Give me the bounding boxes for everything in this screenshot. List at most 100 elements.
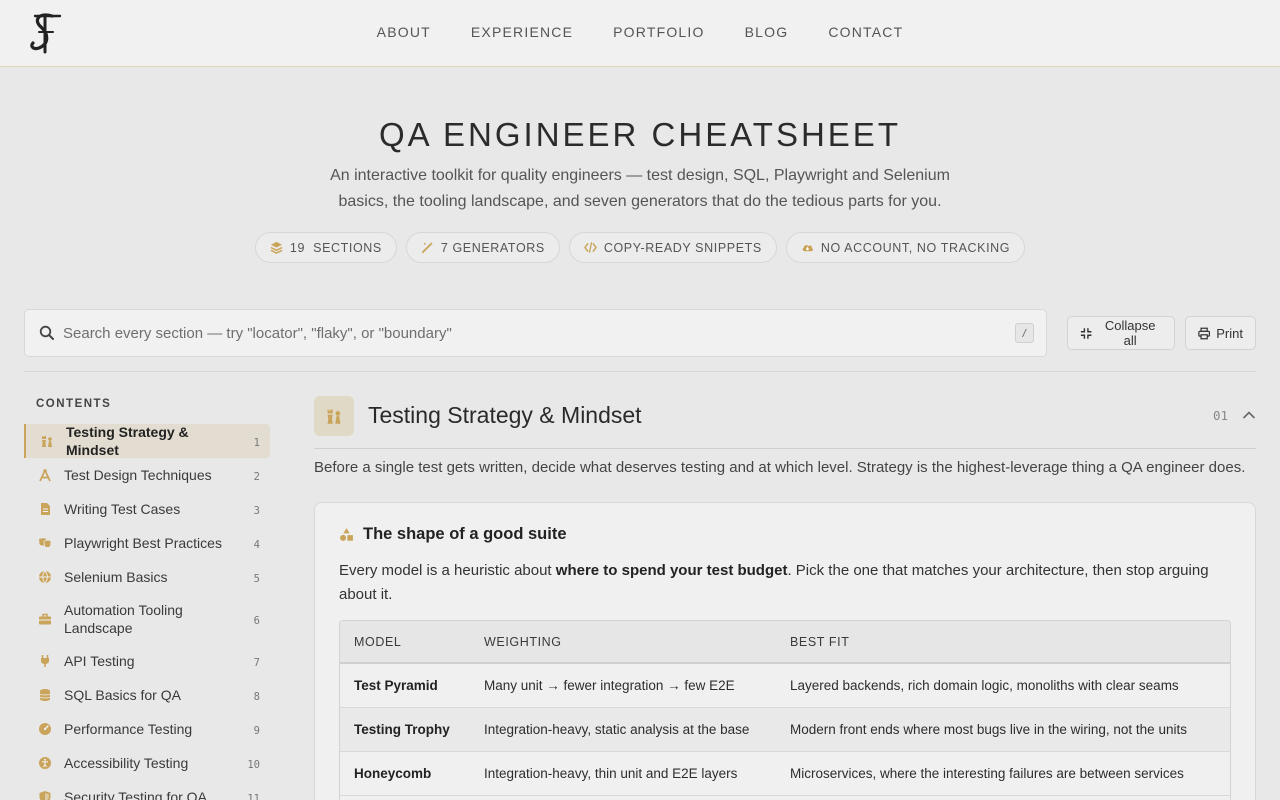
toc-label: API Testing xyxy=(64,653,135,669)
toc-number: 11 xyxy=(247,793,260,800)
nav-blog[interactable]: BLOG xyxy=(745,24,789,40)
toc-number: 5 xyxy=(253,573,260,585)
cell-model: Test Pyramid xyxy=(340,663,470,708)
pill-generators: 7 GENERATORS xyxy=(405,232,560,263)
document-icon xyxy=(41,503,50,515)
chevron-up-icon[interactable] xyxy=(1242,408,1256,422)
search-shortcut-key: / xyxy=(1015,323,1034,343)
nav-about[interactable]: ABOUT xyxy=(377,24,431,40)
toc-item-accessibility[interactable]: Accessibility Testing 10 xyxy=(24,746,270,780)
column-header-best-fit: BEST FIT xyxy=(776,621,1230,664)
print-label: Print xyxy=(1216,325,1243,341)
feature-pills: 19 SECTIONS 7 GENERATORS COPY-READY SNIP… xyxy=(0,232,1280,263)
card-title: The shape of a good suite xyxy=(339,525,567,544)
table-row: Test Pyramid Many unit → fewer integrati… xyxy=(340,663,1230,708)
table-header-row: MODEL WEIGHTING BEST FIT xyxy=(340,621,1230,664)
nav-experience[interactable]: EXPERIENCE xyxy=(471,24,573,40)
table-row: Testing Trophy Integration-heavy, static… xyxy=(340,707,1230,752)
nav-portfolio[interactable]: PORTFOLIO xyxy=(613,24,704,40)
page-subtitle: An interactive toolkit for quality engin… xyxy=(330,167,950,210)
card-text-bold: where to spend your test budget xyxy=(555,562,788,579)
toc-label: Selenium Basics xyxy=(64,569,168,585)
toc-item-selenium[interactable]: Selenium Basics 5 xyxy=(24,560,270,594)
toc-heading: CONTENTS xyxy=(36,398,112,410)
plug-icon xyxy=(41,655,49,667)
toc-label: Test Design Techniques xyxy=(64,467,212,483)
database-icon xyxy=(39,689,51,701)
cell-best-fit: Modern front ends where most bugs live i… xyxy=(776,707,1230,752)
models-table-wrapper: MODEL WEIGHTING BEST FIT Test Pyramid Ma… xyxy=(339,620,1231,800)
toc-label: Accessibility Testing xyxy=(64,755,189,771)
card-text-before: Every model is a heuristic about xyxy=(339,562,556,579)
pill-sections: 19 SECTIONS xyxy=(254,232,397,263)
toc-label: Performance Testing xyxy=(64,721,193,737)
collapse-icon xyxy=(1080,327,1092,339)
cell-weighting: Integration-heavy, thin unit and E2E lay… xyxy=(470,751,776,796)
toc-item-sql-basics[interactable]: SQL Basics for QA 8 xyxy=(24,678,270,712)
cell-best-fit: Microservices, where the interesting fai… xyxy=(776,751,1230,796)
toc-item-performance[interactable]: Performance Testing 9 xyxy=(24,712,270,746)
toc-label: SQL Basics for QA xyxy=(64,687,181,703)
toc-label: Automation Tooling Landscape xyxy=(64,602,183,636)
chess-icon xyxy=(327,409,341,424)
main-nav: ABOUT EXPERIENCE PORTFOLIO BLOG CONTACT xyxy=(0,24,1280,40)
nav-contact[interactable]: CONTACT xyxy=(828,24,903,40)
cell-model: Testing Trophy xyxy=(340,707,470,752)
top-navigation-bar: ABOUT EXPERIENCE PORTFOLIO BLOG CONTACT xyxy=(0,0,1280,67)
toc-number: 4 xyxy=(253,539,260,551)
toc-item-testing-strategy[interactable]: Testing Strategy & Mindset 1 xyxy=(24,424,270,458)
suite-shape-card: The shape of a good suite Every model is… xyxy=(314,502,1256,800)
toc-number: 2 xyxy=(253,471,260,483)
cell-weighting: Many unit → fewer integration → few E2E xyxy=(470,663,776,708)
shapes-icon xyxy=(340,528,353,541)
masks-icon xyxy=(39,538,52,548)
models-table: MODEL WEIGHTING BEST FIT Test Pyramid Ma… xyxy=(340,621,1230,796)
table-of-contents: Testing Strategy & Mindset 1 Test Design… xyxy=(24,424,270,800)
section-number: 01 xyxy=(1213,408,1229,423)
pill-snippets: COPY-READY SNIPPETS xyxy=(568,232,777,263)
code-icon xyxy=(583,242,597,253)
globe-icon xyxy=(39,570,51,584)
toc-number: 3 xyxy=(253,505,260,517)
pill-generators-label: 7 GENERATORS xyxy=(440,240,545,255)
printer-icon xyxy=(1198,327,1211,339)
toc-number: 8 xyxy=(253,691,260,703)
pill-sections-label: 19 SECTIONS xyxy=(289,240,382,255)
toc-number: 10 xyxy=(247,759,260,771)
section-intro: Before a single test gets written, decid… xyxy=(314,459,1246,476)
toc-number: 7 xyxy=(253,657,260,669)
card-description: Every model is a heuristic about where t… xyxy=(339,559,1229,607)
column-header-model: MODEL xyxy=(340,621,470,664)
toc-item-automation-tooling[interactable]: Automation Tooling Landscape 6 xyxy=(24,594,270,644)
chess-icon xyxy=(42,436,52,447)
compass-icon xyxy=(39,469,51,482)
toc-item-api-testing[interactable]: API Testing 7 xyxy=(24,644,270,678)
search-icon xyxy=(39,325,54,340)
collapse-all-button[interactable]: Collapse all xyxy=(1067,316,1175,350)
toc-label: Security Testing for QA xyxy=(64,789,207,800)
toc-number: 6 xyxy=(253,615,260,627)
toc-label: Testing Strategy & Mindset xyxy=(66,424,189,458)
section-title: Testing Strategy & Mindset xyxy=(368,402,642,428)
accessibility-icon xyxy=(39,757,51,769)
cell-model: Honeycomb xyxy=(340,751,470,796)
section-icon xyxy=(314,396,354,436)
pill-privacy-label: NO ACCOUNT, NO TRACKING xyxy=(820,240,1011,255)
toc-item-writing-test-cases[interactable]: Writing Test Cases 3 xyxy=(24,492,270,526)
toc-number: 9 xyxy=(253,725,260,737)
toolbox-icon xyxy=(39,613,51,625)
cell-best-fit: Layered backends, rich domain logic, mon… xyxy=(776,663,1230,708)
toc-number: 1 xyxy=(253,437,260,449)
table-row: Honeycomb Integration-heavy, thin unit a… xyxy=(340,751,1230,796)
layers-icon xyxy=(270,241,283,254)
toc-item-security[interactable]: Security Testing for QA 11 xyxy=(24,780,270,800)
cloud-icon xyxy=(802,245,813,252)
search-input[interactable] xyxy=(63,310,1013,356)
print-button[interactable]: Print xyxy=(1185,316,1256,350)
collapse-all-label: Collapse all xyxy=(1104,318,1156,348)
toc-item-playwright[interactable]: Playwright Best Practices 4 xyxy=(24,526,270,560)
gauge-icon xyxy=(39,723,51,735)
magic-wand-icon xyxy=(421,241,433,254)
divider xyxy=(24,371,1256,372)
toc-item-test-design[interactable]: Test Design Techniques 2 xyxy=(24,458,270,492)
